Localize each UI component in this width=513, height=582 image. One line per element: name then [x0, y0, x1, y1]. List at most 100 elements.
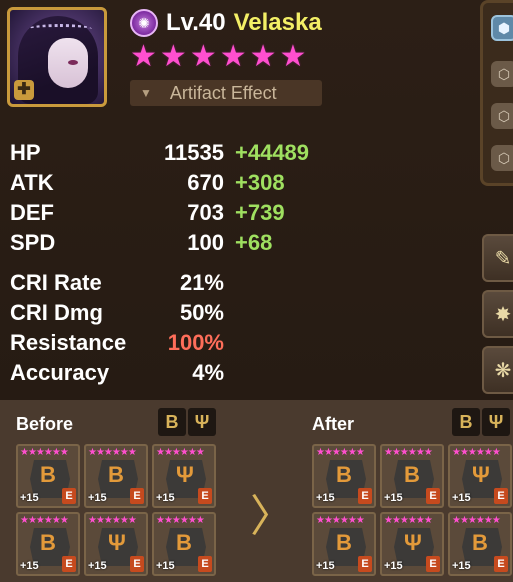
- stat-row-hp: HP 11535 +44489: [10, 140, 330, 170]
- rune-set-glyph: Ψ: [108, 530, 126, 555]
- rune-set-glyph: B: [404, 462, 420, 487]
- before-title: Before: [16, 414, 74, 434]
- rune-slot-3[interactable]: ★★★★★★ Ψ +15 E: [448, 444, 512, 508]
- rune-set-glyph: B: [472, 530, 488, 555]
- rune-stars: ★★★★★★: [452, 447, 501, 458]
- stat-row-resistance: Resistance 100%: [10, 330, 330, 360]
- rune-stars: ★★★★★★: [316, 447, 365, 458]
- rune-slot-4[interactable]: ★★★★★★ B +15 E: [16, 512, 80, 576]
- star-rating: ★ ★ ★ ★ ★ ★: [130, 42, 306, 72]
- rune-level: +15: [384, 492, 403, 504]
- portrait-tiara: [28, 24, 92, 34]
- rune-stars: ★★★★★★: [384, 447, 433, 458]
- hexagon-icon: ⬡: [497, 107, 511, 124]
- stat-row-atk: ATK 670 +308: [10, 170, 330, 200]
- stat-label: Resistance: [10, 330, 127, 355]
- side-tab-2[interactable]: ⬡: [491, 61, 513, 87]
- stat-label: SPD: [10, 230, 56, 255]
- rune-level: +15: [452, 492, 471, 504]
- set-glyph: B: [459, 411, 473, 432]
- add-icon[interactable]: ✚: [14, 80, 34, 100]
- stat-value: 4%: [192, 360, 224, 385]
- stat-value: 11535: [164, 140, 224, 165]
- skill-button[interactable]: ✸: [482, 290, 513, 338]
- rune-slot-4[interactable]: ★★★★★★ B +15 E: [312, 512, 376, 576]
- set-glyph: B: [165, 411, 179, 432]
- stat-row-spd: SPD 100 +68: [10, 230, 330, 260]
- stat-value: 50%: [179, 300, 224, 325]
- stat-bonus: +308: [235, 170, 285, 195]
- rune-level: +15: [88, 492, 107, 504]
- chevron-right-icon: 〉: [250, 492, 294, 541]
- stat-value: 703: [187, 200, 224, 225]
- pencil-icon: ✎: [494, 247, 512, 270]
- monster-name: Velaska: [233, 9, 322, 36]
- rune-set-glyph: B: [336, 462, 352, 487]
- stat-label: HP: [10, 140, 41, 165]
- edit-button[interactable]: ✎: [482, 234, 513, 282]
- flame-icon: ✸: [494, 303, 512, 326]
- rune-slot-1[interactable]: ★★★★★★ B +15 E: [16, 444, 80, 508]
- stat-value: 100: [187, 230, 224, 255]
- side-tab-4[interactable]: ⬡: [491, 145, 513, 171]
- stat-value: 21%: [179, 270, 224, 295]
- stat-bonus: +68: [235, 230, 273, 255]
- rune-set-glyph: B: [176, 530, 192, 555]
- rune-grade-badge: E: [426, 488, 440, 504]
- rune-stars: ★★★★★★: [88, 515, 137, 526]
- rune-slot-6[interactable]: ★★★★★★ B +15 E: [448, 512, 512, 576]
- star-icon: ★: [189, 40, 217, 73]
- set-glyph: Ψ: [194, 411, 210, 432]
- rune-set-glyph: B: [108, 462, 124, 487]
- star-icon: ★: [130, 40, 157, 73]
- rune-slot-5[interactable]: ★★★★★★ Ψ +15 E: [380, 512, 444, 576]
- stat-row-def: DEF 703 +739: [10, 200, 330, 230]
- rune-slot-3[interactable]: ★★★★★★ Ψ +15 E: [152, 444, 216, 508]
- portrait-eye: [68, 60, 78, 65]
- rune-slot-2[interactable]: ★★★★★★ B +15 E: [380, 444, 444, 508]
- rune-slot-1[interactable]: ★★★★★★ B +15 E: [312, 444, 376, 508]
- side-tab-3[interactable]: ⬡: [491, 103, 513, 129]
- rune-stars: ★★★★★★: [384, 515, 433, 526]
- rune-slot-2[interactable]: ★★★★★★ B +15 E: [84, 444, 148, 508]
- stat-row-cri-rate: CRI Rate 21%: [10, 270, 330, 300]
- stat-value: 670: [187, 170, 224, 195]
- rune-level: +15: [452, 560, 471, 572]
- rune-grade-badge: E: [198, 488, 212, 504]
- rune-grade-badge: E: [62, 556, 76, 572]
- rune-grade-badge: E: [198, 556, 212, 572]
- rune-grade-badge: E: [130, 556, 144, 572]
- stat-row-cri-dmg: CRI Dmg 50%: [10, 300, 330, 330]
- skin-button[interactable]: ❋: [482, 346, 513, 394]
- rune-grade-badge: E: [494, 488, 508, 504]
- rune-grade-badge: E: [426, 556, 440, 572]
- star-icon: ★: [219, 40, 247, 73]
- rune-grade-badge: E: [130, 488, 144, 504]
- flower-icon: ❋: [494, 359, 512, 382]
- rune-slot-6[interactable]: ★★★★★★ B +15 E: [152, 512, 216, 576]
- monster-portrait[interactable]: ✚: [7, 7, 107, 107]
- rune-level: +15: [384, 560, 403, 572]
- rune-stars: ★★★★★★: [156, 515, 205, 526]
- after-title: After: [312, 414, 355, 434]
- hexagon-icon: ⬢: [497, 19, 511, 36]
- rune-level: +15: [88, 560, 107, 572]
- stat-label: Accuracy: [10, 360, 110, 385]
- artifact-effect-button[interactable]: ▼ Artifact Effect: [130, 80, 322, 106]
- rune-slot-5[interactable]: ★★★★★★ Ψ +15 E: [84, 512, 148, 576]
- rune-set-glyph: B: [336, 530, 352, 555]
- stat-label: CRI Rate: [10, 270, 102, 295]
- set-glyph: Ψ: [488, 411, 504, 432]
- stat-label: CRI Dmg: [10, 300, 103, 325]
- monster-title-row: ✺ Lv.40 Velaska: [130, 8, 322, 38]
- side-tab-runes[interactable]: ⬢: [491, 15, 513, 41]
- rune-stars: ★★★★★★: [156, 447, 205, 458]
- rune-stars: ★★★★★★: [20, 447, 69, 458]
- rune-set-glyph: Ψ: [176, 462, 194, 487]
- star-icon: ★: [249, 40, 277, 73]
- rune-stars: ★★★★★★: [452, 515, 501, 526]
- rune-level: +15: [316, 560, 335, 572]
- rune-grade-badge: E: [358, 556, 372, 572]
- stat-value: 100%: [167, 330, 224, 355]
- rune-set-glyph: Ψ: [404, 530, 422, 555]
